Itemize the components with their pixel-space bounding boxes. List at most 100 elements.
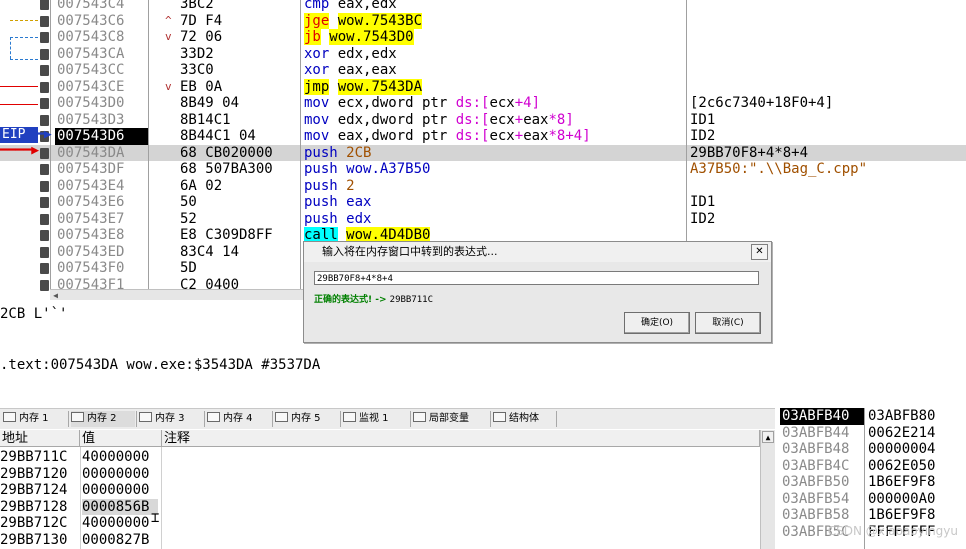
memory-row[interactable]: 29BB711C 40000000	[0, 449, 760, 466]
disasm-instruction: mov edx,dword ptr ds:[ecx+eax*8]	[304, 112, 574, 129]
breakpoint-marker-icon[interactable]	[40, 15, 49, 27]
instruction-token: push	[304, 144, 347, 161]
disasm-row[interactable]: 007543CA 33D2 xor edx,edx	[0, 46, 966, 63]
column-header-address[interactable]: 地址	[0, 430, 80, 447]
memory-address: 29BB7128	[0, 498, 68, 515]
tab-memory-2[interactable]: 内存 2	[71, 411, 137, 427]
memory-row[interactable]: 29BB7130 0000827B	[0, 532, 760, 549]
jump-direction-icon: v	[165, 30, 172, 43]
expression-input[interactable]: 29BB70F8+4*8+4	[314, 271, 759, 285]
disasm-row[interactable]: 007543C4 3BC2 cmp eax,edx	[0, 0, 966, 13]
breakpoint-marker-icon[interactable]	[40, 98, 49, 109]
memory-icon	[343, 412, 356, 422]
disasm-row[interactable]: 007543E6 50 push eax ID1	[0, 194, 966, 211]
breakpoint-marker-icon[interactable]	[40, 180, 49, 192]
instruction-token: mov	[304, 95, 338, 111]
breakpoint-marker-icon[interactable]	[40, 65, 49, 76]
breakpoint-marker-icon[interactable]	[40, 114, 49, 126]
column-header-value[interactable]: 值	[80, 430, 162, 447]
stack-row[interactable]: 03ABFB58 1B6EF9F8	[776, 507, 966, 524]
instruction-token: +	[514, 128, 524, 144]
breakpoint-marker-icon[interactable]	[40, 164, 49, 175]
disasm-address: 007543E4	[57, 177, 125, 194]
stack-row[interactable]: 03ABFB54 000000A0	[776, 491, 966, 508]
disasm-row[interactable]: 007543C6 ^ 7D F4 jge wow.7543BC	[0, 12, 966, 30]
breakpoint-marker-icon[interactable]	[40, 246, 49, 258]
breakpoint-marker-icon[interactable]	[40, 0, 49, 10]
stack-address: 03ABFB48	[782, 441, 850, 457]
tab-struct[interactable]: 结构体	[493, 411, 557, 427]
cancel-button[interactable]: 取消(C)	[695, 312, 761, 334]
goto-expression-dialog: 输入将在内存窗口中转到的表达式... ✕ 29BB70F8+4*8+4 正确的表…	[303, 241, 772, 343]
column-header-comment[interactable]: 注释	[162, 430, 760, 447]
memory-row[interactable]: 29BB712C 40000000	[0, 515, 760, 532]
tab-memory-5[interactable]: 内存 5	[275, 411, 341, 427]
breakpoint-marker-icon[interactable]	[40, 81, 49, 93]
tab-separator	[410, 411, 411, 427]
memory-row[interactable]: 29BB7120 00000000	[0, 466, 760, 483]
breakpoint-marker-icon[interactable]	[40, 48, 49, 60]
tab-label: 内存 2	[87, 413, 117, 424]
instruction-token: 2CB	[346, 144, 372, 161]
disasm-address: 007543D0	[57, 95, 125, 111]
breakpoint-marker-icon[interactable]	[40, 213, 49, 225]
memory-dump-pane[interactable]: 地址 值 注释 29BB711C 40000000 29BB7120 00000000…	[0, 430, 775, 549]
disasm-row[interactable]: 007543CE v EB 0A jmp wow.7543DA	[0, 78, 966, 96]
expression-status: 正确的表达式! -> 29BB711C	[314, 294, 433, 306]
stack-row[interactable]: 03ABFB48 00000004	[776, 441, 966, 458]
stack-row[interactable]: 03ABFB40 03ABFB80	[776, 408, 966, 425]
disasm-row[interactable]: 007543D3 8B14C1 mov edx,dword ptr ds:[ecx+…	[0, 112, 966, 129]
disasm-instruction: push wow.A37B50	[304, 161, 430, 178]
breakpoint-marker-icon[interactable]	[40, 230, 49, 241]
disasm-bytes: 6A 02	[180, 177, 223, 194]
disasm-row[interactable]: 007543CC 33C0 xor eax,eax	[0, 62, 966, 79]
memory-value[interactable]: 0000856B	[82, 498, 158, 515]
disasm-row[interactable]: 007543E4 6A 02 push 2	[0, 178, 966, 195]
instruction-token: edx	[346, 210, 372, 227]
tab-memory-1[interactable]: 内存 1	[3, 411, 69, 427]
memory-value[interactable]: 0000827B	[82, 532, 158, 549]
memory-value[interactable]: 40000000	[82, 515, 158, 532]
tab-memory-3[interactable]: 内存 3	[139, 411, 205, 427]
instruction-token: mov	[304, 128, 338, 144]
breakpoint-marker-icon[interactable]	[40, 147, 49, 159]
disasm-bytes: 83C4 14	[180, 243, 240, 260]
disasm-row[interactable]: 007543D0 8B49 04 mov ecx,dword ptr ds:[ecx…	[0, 95, 966, 112]
instruction-token: eax	[523, 128, 549, 144]
disasm-address: 007543E7	[57, 210, 125, 227]
ok-button[interactable]: 确定(O)	[624, 312, 690, 334]
disasm-address: 007543D6	[55, 128, 149, 145]
breakpoint-marker-icon[interactable]	[40, 197, 49, 208]
disasm-row[interactable]: 007543DA 68 CB020000 push 2CB 29BB70F8+4*8+…	[0, 144, 966, 162]
stack-row[interactable]: 03ABFB44 0062E214	[776, 425, 966, 442]
tab-separator	[136, 411, 137, 427]
instruction-token: eax	[523, 111, 549, 128]
disasm-row[interactable]: 007543E7 52 push edx ID2	[0, 211, 966, 228]
memory-value[interactable]: 00000000	[82, 466, 158, 483]
close-icon[interactable]: ✕	[751, 244, 768, 260]
memory-value[interactable]: 00000000	[82, 482, 158, 499]
memory-row[interactable]: 29BB7128 0000856B	[0, 498, 760, 515]
disasm-comment: ID1	[690, 194, 716, 210]
scroll-up-icon[interactable]: ▲	[762, 431, 774, 443]
memory-value[interactable]: 40000000	[82, 449, 158, 466]
disasm-row[interactable]: 007543D6 8B44C1 04 mov eax,dword ptr ds:[e…	[0, 128, 966, 145]
scroll-left-icon[interactable]: ◀	[50, 290, 61, 300]
disasm-address: 007543DA	[57, 144, 125, 161]
instruction-token: jmp	[304, 78, 330, 95]
tab-locals[interactable]: 局部变量	[413, 411, 491, 427]
jump-line	[0, 86, 38, 87]
disasm-instruction: push 2CB	[304, 145, 371, 162]
memory-row[interactable]: 29BB7124 00000000	[0, 482, 760, 499]
stack-row[interactable]: 03ABFB50 1B6EF9F8	[776, 474, 966, 491]
disasm-row[interactable]: 007543C8 v 72 06 jb wow.7543D0	[0, 29, 966, 46]
breakpoint-marker-icon[interactable]	[40, 279, 49, 291]
tab-memory-4[interactable]: 内存 4	[207, 411, 273, 427]
breakpoint-marker-icon[interactable]	[40, 32, 49, 43]
memory-vertical-scrollbar[interactable]: ▲	[760, 430, 775, 549]
disasm-row[interactable]: 007543DF 68 507BA300 push wow.A37B50 A37B50…	[0, 161, 966, 178]
instruction-token: eax	[346, 194, 372, 210]
breakpoint-marker-icon[interactable]	[40, 263, 49, 274]
tab-watch-1[interactable]: 监视 1	[343, 411, 411, 427]
stack-row[interactable]: 03ABFB4C 0062E050	[776, 458, 966, 475]
